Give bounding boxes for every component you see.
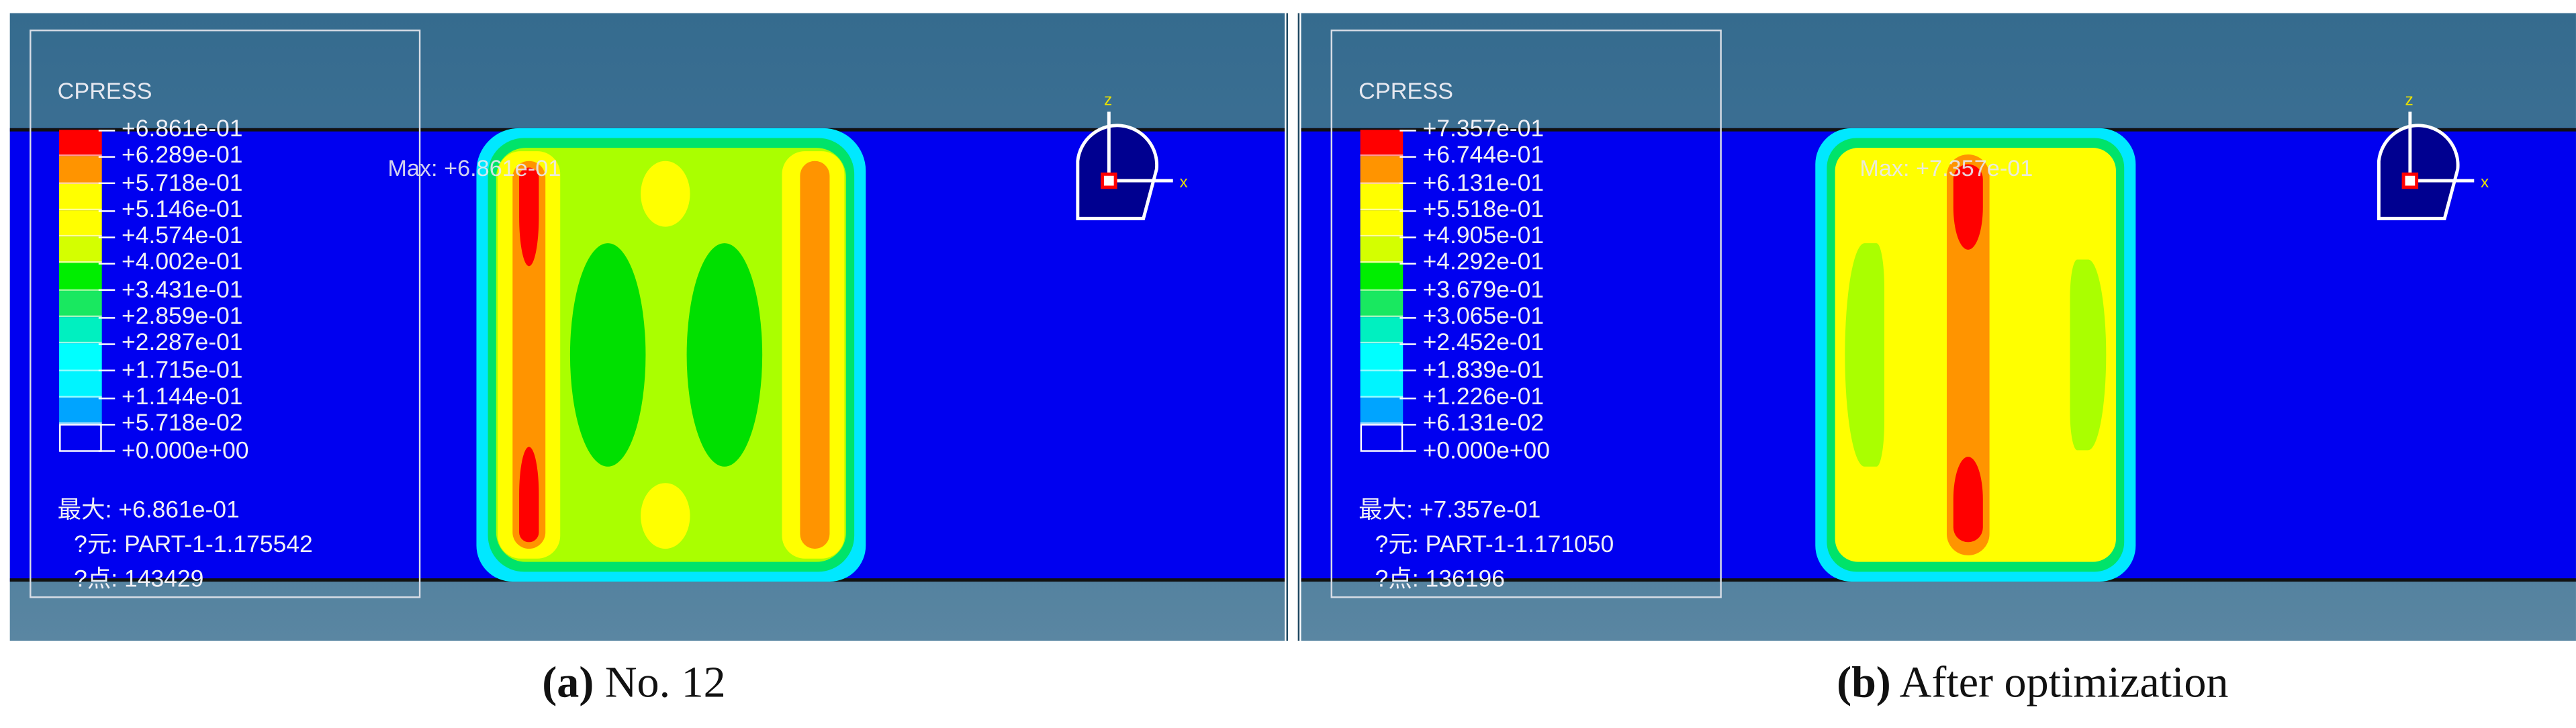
max-element: ?元: PART-1-1.171050 <box>1375 532 1614 559</box>
axis-x-label: x <box>1180 173 1188 191</box>
legend-value: +3.679e-01 <box>1413 277 1550 304</box>
color-band <box>1360 424 1404 451</box>
caption-a: (a) No. 12 <box>542 657 725 709</box>
legend-value: +2.859e-01 <box>111 304 248 331</box>
legend-value: +4.002e-01 <box>111 251 248 277</box>
legend-value: +5.146e-01 <box>111 197 248 224</box>
legend-value: +7.357e-01 <box>1413 117 1550 144</box>
figure: Max: +6.861e-01 CPRESS +6.861e-01 +6.289e… <box>0 0 2576 728</box>
legend-value: +5.718e-01 <box>111 170 248 197</box>
legend-value: +6.861e-01 <box>111 117 248 144</box>
legend-value: +5.518e-01 <box>1413 197 1550 224</box>
color-band <box>1360 183 1404 210</box>
legend-value: +0.000e+00 <box>111 438 248 465</box>
color-bar <box>1360 130 1404 451</box>
max-marker-label: Max: +7.357e-01 <box>1859 154 2033 181</box>
caption-letter: (b) <box>1837 657 1891 707</box>
legend-labels: +6.861e-01 +6.289e-01 +5.718e-01 +5.146e-01… <box>111 117 248 465</box>
legend-value: +4.574e-01 <box>111 224 248 251</box>
legend-value: +6.131e-01 <box>1413 170 1550 197</box>
color-band <box>1360 156 1404 184</box>
color-band <box>59 290 102 318</box>
caption-letter: (a) <box>542 657 594 707</box>
contact-pressure-patch <box>1815 128 2136 582</box>
contour-panel-a: Max: +6.861e-01 CPRESS +6.861e-01 +6.289e… <box>9 13 1285 641</box>
color-band <box>1360 290 1404 318</box>
color-band <box>59 317 102 345</box>
color-band <box>59 344 102 371</box>
color-band <box>1360 130 1404 157</box>
color-band <box>59 263 102 291</box>
color-band <box>1360 397 1404 424</box>
legend-labels: +7.357e-01 +6.744e-01 +6.131e-01 +5.518e-01… <box>1413 117 1550 465</box>
max-node: ?点: 143429 <box>74 567 204 594</box>
legend-value: +6.289e-01 <box>111 144 248 171</box>
color-band <box>59 397 102 424</box>
contact-pressure-patch <box>476 128 866 582</box>
max-value: 最大: +7.357e-01 <box>1359 498 1541 525</box>
color-band <box>59 210 102 237</box>
color-band <box>1360 317 1404 345</box>
color-band <box>59 371 102 398</box>
legend-value: +3.431e-01 <box>111 277 248 304</box>
axis-x-label: x <box>2481 173 2489 191</box>
legend-value: +1.144e-01 <box>111 384 248 411</box>
legend-value: +1.715e-01 <box>111 358 248 385</box>
color-band <box>1360 344 1404 371</box>
legend-value: +5.718e-02 <box>111 411 248 438</box>
color-band <box>59 183 102 210</box>
max-value: 最大: +6.861e-01 <box>57 498 240 525</box>
legend-value: +4.292e-01 <box>1413 251 1550 277</box>
axis-triad-icon: z x <box>1076 95 1188 220</box>
caption-text: After optimization <box>1890 657 2229 707</box>
contour-panel-b: Max: +7.357e-01 CPRESS +7.357e-01 +6.744e… <box>1301 13 2576 641</box>
panel-divider <box>1286 13 1300 641</box>
legend-value: +0.000e+00 <box>1413 438 1550 465</box>
axis-z-label: z <box>2405 95 2413 109</box>
max-element: ?元: PART-1-1.175542 <box>74 532 313 559</box>
color-band <box>59 424 102 451</box>
legend-title: CPRESS <box>57 77 152 104</box>
axis-triad-icon: z x <box>2377 95 2489 220</box>
legend-title: CPRESS <box>1359 77 1454 104</box>
color-band <box>59 156 102 184</box>
color-bar <box>59 130 102 451</box>
legend: CPRESS +6.861e-01 +6.289e-01 +5.718e-01 +5.… <box>30 30 421 598</box>
caption-text: No. 12 <box>594 657 726 707</box>
legend-value: +6.744e-01 <box>1413 144 1550 171</box>
color-band <box>59 130 102 157</box>
color-band <box>1360 371 1404 398</box>
color-band <box>1360 210 1404 237</box>
axis-z-label: z <box>1104 95 1112 109</box>
max-node: ?点: 136196 <box>1375 567 1505 594</box>
legend-value: +3.065e-01 <box>1413 304 1550 331</box>
legend-value: +2.287e-01 <box>111 331 248 358</box>
legend-value: +1.839e-01 <box>1413 358 1550 385</box>
legend-value: +2.452e-01 <box>1413 331 1550 358</box>
legend-value: +1.226e-01 <box>1413 384 1550 411</box>
legend-value: +6.131e-02 <box>1413 411 1550 438</box>
legend-value: +4.905e-01 <box>1413 224 1550 251</box>
legend: CPRESS +7.357e-01 +6.744e-01 +6.131e-01 +5.… <box>1330 30 1722 598</box>
caption-b: (b) After optimization <box>1837 657 2228 709</box>
color-band <box>1360 263 1404 291</box>
color-band <box>59 236 102 264</box>
color-band <box>1360 236 1404 264</box>
